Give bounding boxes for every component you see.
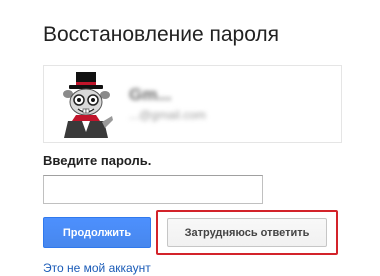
password-label: Введите пароль. bbox=[43, 153, 152, 168]
page-title: Восстановление пароля bbox=[43, 23, 280, 46]
account-card: Gm... ...@gmail.com bbox=[43, 65, 342, 143]
continue-button[interactable]: Продолжить bbox=[43, 217, 151, 248]
password-input[interactable] bbox=[43, 175, 263, 204]
not-my-account-link[interactable]: Это не мой аккаунт bbox=[43, 261, 151, 275]
account-email: ...@gmail.com bbox=[129, 108, 206, 122]
account-name: Gm... bbox=[129, 85, 172, 104]
avatar bbox=[63, 72, 113, 138]
trouble-answering-button[interactable]: Затрудняюсь ответить bbox=[167, 218, 327, 247]
